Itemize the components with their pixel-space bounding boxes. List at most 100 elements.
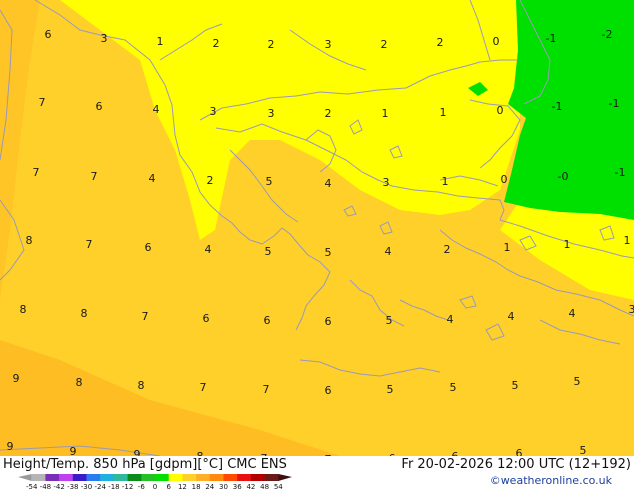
- temperature-value: 2: [444, 243, 451, 256]
- temperature-value: 6: [325, 315, 332, 328]
- temperature-value: -2: [602, 28, 613, 41]
- map-title: Height/Temp. 850 hPa [gdpm][°C] CMC ENS: [3, 457, 287, 472]
- colorbar-tick-label: 18: [192, 483, 201, 490]
- temperature-value: 6: [325, 384, 332, 397]
- temperature-value: 1: [564, 238, 571, 251]
- colorbar-tick-label: -38: [67, 483, 78, 490]
- temperature-value: 6: [96, 100, 103, 113]
- temperature-value: 6: [145, 241, 152, 254]
- temperature-value: 3: [101, 32, 108, 45]
- colorbar-swatch: [127, 474, 142, 481]
- temperature-value: 6: [264, 314, 271, 327]
- temperature-value: -1: [615, 166, 626, 179]
- colorbar-tick-label: -12: [122, 483, 133, 490]
- temperature-value: 6: [203, 312, 210, 325]
- colorbar-swatch: [113, 474, 128, 481]
- temperature-value: -1: [609, 97, 620, 110]
- temperature-value: 1: [504, 241, 511, 254]
- temperature-value: 2: [213, 37, 220, 50]
- temperature-value: 9: [7, 440, 14, 453]
- temperature-value: 8: [81, 307, 88, 320]
- temperature-value: 0: [501, 173, 508, 186]
- temperature-value: 8: [138, 379, 145, 392]
- temperature-value: 4: [149, 172, 156, 185]
- site-credit-link[interactable]: ©weatheronline.co.uk: [490, 474, 612, 487]
- colorbar-swatch: [100, 474, 115, 481]
- colorbar-swatch: [31, 474, 46, 481]
- valid-time: Fr 20-02-2026 12:00 UTC (12+192): [401, 457, 631, 472]
- colorbar-tick-label: 42: [246, 483, 255, 490]
- temperature-value: 4: [153, 103, 160, 116]
- colorbar-tick-label: 36: [233, 483, 242, 490]
- temperature-value: 9: [13, 372, 20, 385]
- temperature-value: 0: [493, 35, 500, 48]
- colorbar-tick-label: 24: [205, 483, 214, 490]
- temperature-value: 7: [142, 310, 149, 323]
- temperature-value: 1: [382, 107, 389, 120]
- colorbar-tick-label: -54: [26, 483, 38, 490]
- temperature-value: 2: [381, 38, 388, 51]
- colorbar-swatch: [182, 474, 197, 481]
- temperature-value: 8: [76, 376, 83, 389]
- temperature-value: 4: [569, 307, 576, 320]
- colorbar-swatch: [72, 474, 87, 481]
- temperature-value: 2: [437, 36, 444, 49]
- temperature-value: 4: [508, 310, 515, 323]
- colorbar-swatch: [237, 474, 252, 481]
- colorbar-tick-label: -6: [138, 483, 146, 490]
- colorbar-tick-label: 0: [153, 483, 157, 490]
- temperature-value: 7: [86, 238, 93, 251]
- colorbar-tick-label: -30: [81, 483, 92, 490]
- temperature-value: 2: [268, 38, 275, 51]
- temperature-value: 7: [33, 166, 40, 179]
- temperature-value: 5: [512, 379, 519, 392]
- colorbar-swatch: [223, 474, 238, 481]
- temperature-value: 1: [442, 175, 449, 188]
- temperature-value: 5: [265, 245, 272, 258]
- temperature-value: -1: [546, 32, 557, 45]
- colorbar-swatch: [168, 474, 183, 481]
- temperature-value: 5: [266, 175, 273, 188]
- temperature-value: 8: [26, 234, 33, 247]
- temperature-value: 7: [263, 383, 270, 396]
- colorbar-swatch: [209, 474, 224, 481]
- temperature-value: 5: [574, 375, 581, 388]
- colorbar-swatch: [59, 474, 74, 481]
- colorbar-tick-label: 48: [260, 483, 269, 490]
- temperature-value: 3: [383, 176, 390, 189]
- colorbar-swatch: [264, 474, 279, 481]
- temperature-value: 0: [497, 104, 504, 117]
- colorbar-swatch: [250, 474, 265, 481]
- colorbar-swatch: [86, 474, 101, 481]
- colorbar-swatches: [18, 474, 292, 481]
- temperature-value: 3: [629, 303, 634, 316]
- map-viewport: 6 3 1 2 2 3 2 2 0 -1 -2 7 6 4 3 3 2 1 1 0 -1 -1 7 7 4 2 5 4 3 1 0 -0 -1 8…: [0, 0, 634, 490]
- temperature-value: 5: [450, 381, 457, 394]
- temperature-value: 1: [624, 234, 631, 247]
- temperature-value: 1: [440, 106, 447, 119]
- temperature-value: 8: [20, 303, 27, 316]
- colorbar-tick-label: 54: [274, 483, 283, 490]
- temperature-value: 5: [325, 246, 332, 259]
- colorbar-tick-label: 12: [178, 483, 187, 490]
- temperature-value: -0: [558, 170, 569, 183]
- temperature-value: 4: [205, 243, 212, 256]
- colorbar-tick-label: -48: [40, 483, 51, 490]
- colorbar-tick-label: -24: [94, 483, 106, 490]
- colorbar-swatch: [278, 474, 292, 481]
- temperature-value: 5: [386, 314, 393, 327]
- temperature-value: 7: [91, 170, 98, 183]
- temperature-value: 6: [45, 28, 52, 41]
- colorbar-swatch: [155, 474, 169, 481]
- temperature-value: 4: [447, 313, 454, 326]
- temperature-value: 2: [207, 174, 214, 187]
- colorbar-swatch: [45, 474, 60, 481]
- temperature-value: 3: [210, 105, 217, 118]
- temperature-value: 1: [157, 35, 164, 48]
- colorbar-swatch: [18, 474, 32, 481]
- temperature-value: 4: [385, 245, 392, 258]
- colorbar-tick-label: -42: [53, 483, 64, 490]
- temperature-value: 2: [325, 107, 332, 120]
- colorbar-swatch: [196, 474, 211, 481]
- colorbar-tick-label: -18: [108, 483, 119, 490]
